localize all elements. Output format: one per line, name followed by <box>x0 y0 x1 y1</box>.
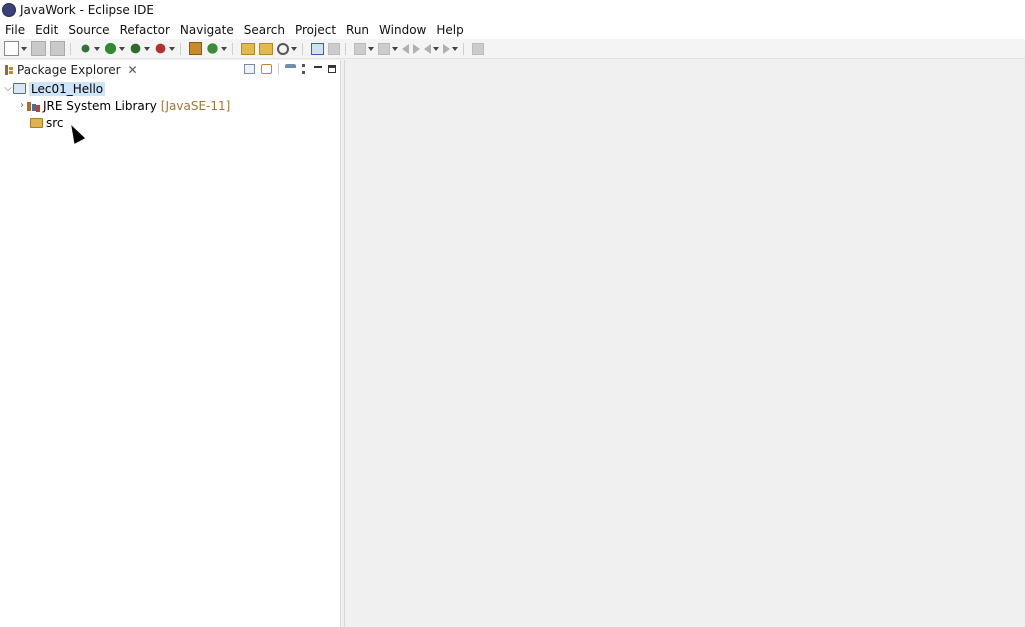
window-title: JavaWork - Eclipse IDE <box>20 3 154 17</box>
menu-edit[interactable]: Edit <box>30 23 63 37</box>
package-explorer-title[interactable]: Package Explorer <box>17 63 121 77</box>
source-folder-icon <box>30 117 43 128</box>
save-all-icon[interactable] <box>50 41 65 56</box>
terminal-icon[interactable] <box>311 42 324 55</box>
external-tools-icon[interactable] <box>154 42 167 55</box>
java-project-icon <box>13 83 26 94</box>
toolbar-separator <box>70 42 71 55</box>
next-annotation-icon[interactable] <box>354 42 366 55</box>
search-icon[interactable] <box>277 42 289 55</box>
tree-item-project[interactable]: ⌵ Lec01_Hello <box>0 80 340 97</box>
open-type-icon[interactable] <box>241 42 255 55</box>
menu-refactor[interactable]: Refactor <box>115 23 175 37</box>
minimize-icon[interactable] <box>314 66 322 68</box>
forward-icon[interactable] <box>443 43 450 54</box>
menu-help[interactable]: Help <box>431 23 468 37</box>
run-dropdown-icon[interactable] <box>119 46 125 51</box>
new-icon[interactable] <box>4 41 19 56</box>
next-annotation-dropdown-icon[interactable] <box>368 46 374 51</box>
menu-run[interactable]: Run <box>341 23 374 37</box>
new-java-class-icon[interactable] <box>206 42 219 55</box>
last-edit-location-icon[interactable] <box>402 43 409 54</box>
new-class-dropdown-icon[interactable] <box>221 46 227 51</box>
new-java-package-icon[interactable] <box>189 42 202 55</box>
menu-project[interactable]: Project <box>290 23 341 37</box>
previous-annotation-dropdown-icon[interactable] <box>392 46 398 51</box>
menu-file[interactable]: File <box>0 23 30 37</box>
library-name[interactable]: JRE System Library <box>43 99 157 113</box>
toolbar-separator <box>180 42 181 55</box>
library-icon <box>27 100 40 111</box>
expand-twisty-icon[interactable]: › <box>17 100 27 111</box>
debug-dropdown-icon[interactable] <box>94 46 100 51</box>
menu-search[interactable]: Search <box>239 23 290 37</box>
search-dropdown-icon[interactable] <box>291 46 297 51</box>
view-menu-icon[interactable] <box>302 64 308 74</box>
menu-window[interactable]: Window <box>374 23 431 37</box>
pin-editor-icon[interactable] <box>472 42 484 55</box>
toolbar-separator <box>463 42 464 55</box>
package-explorer-icon <box>5 65 13 75</box>
debug-icon[interactable] <box>79 42 92 55</box>
run-icon[interactable] <box>104 42 117 55</box>
back-dropdown-icon[interactable] <box>433 46 439 51</box>
new-dropdown-icon[interactable] <box>21 46 27 51</box>
toolbar-separator <box>345 42 346 55</box>
previous-annotation-icon[interactable] <box>378 42 390 55</box>
package-explorer-tab[interactable]: Package Explorer ✕ <box>0 60 340 80</box>
tree-item-jre-library[interactable]: › JRE System Library [JavaSE-11] <box>0 97 340 114</box>
collapse-all-icon[interactable] <box>244 64 255 74</box>
project-tree: ⌵ Lec01_Hello › JRE System Library [Java… <box>0 80 340 131</box>
maximize-icon[interactable] <box>328 65 336 73</box>
forward-dropdown-icon[interactable] <box>452 46 458 51</box>
eclipse-app-icon <box>2 3 16 17</box>
external-tools-dropdown-icon[interactable] <box>169 46 175 51</box>
collapse-twisty-icon[interactable]: ⌵ <box>3 83 13 94</box>
src-folder-name[interactable]: src <box>46 116 64 130</box>
link-with-editor-icon[interactable] <box>261 64 272 74</box>
menu-navigate[interactable]: Navigate <box>175 23 239 37</box>
package-explorer-panel: Package Explorer ✕ ⌵ Lec01_Hello › JRE S… <box>0 60 341 627</box>
view-toolbar <box>238 63 336 75</box>
back-icon[interactable] <box>424 43 431 54</box>
open-task-icon[interactable] <box>259 42 273 55</box>
toolbar-separator <box>232 42 233 55</box>
project-name[interactable]: Lec01_Hello <box>29 81 106 96</box>
coverage-icon[interactable] <box>129 42 142 55</box>
save-icon[interactable] <box>31 41 46 56</box>
menu-source[interactable]: Source <box>63 23 114 37</box>
library-version-decoration: [JavaSE-11] <box>160 98 231 113</box>
coverage-dropdown-icon[interactable] <box>144 46 150 51</box>
view-toolbar-separator <box>278 63 279 75</box>
window-titlebar: JavaWork - Eclipse IDE <box>0 0 1025 20</box>
editor-area[interactable] <box>344 60 1025 627</box>
menu-bar: File Edit Source Refactor Navigate Searc… <box>0 20 1025 39</box>
tree-item-src[interactable]: src <box>0 114 340 131</box>
main-toolbar <box>0 39 1025 59</box>
focus-active-task-icon[interactable] <box>285 64 296 74</box>
toolbar-separator <box>302 42 303 55</box>
skip-breakpoints-icon[interactable] <box>328 42 340 55</box>
close-view-icon[interactable]: ✕ <box>128 63 138 77</box>
forward-edit-icon[interactable] <box>413 43 420 54</box>
